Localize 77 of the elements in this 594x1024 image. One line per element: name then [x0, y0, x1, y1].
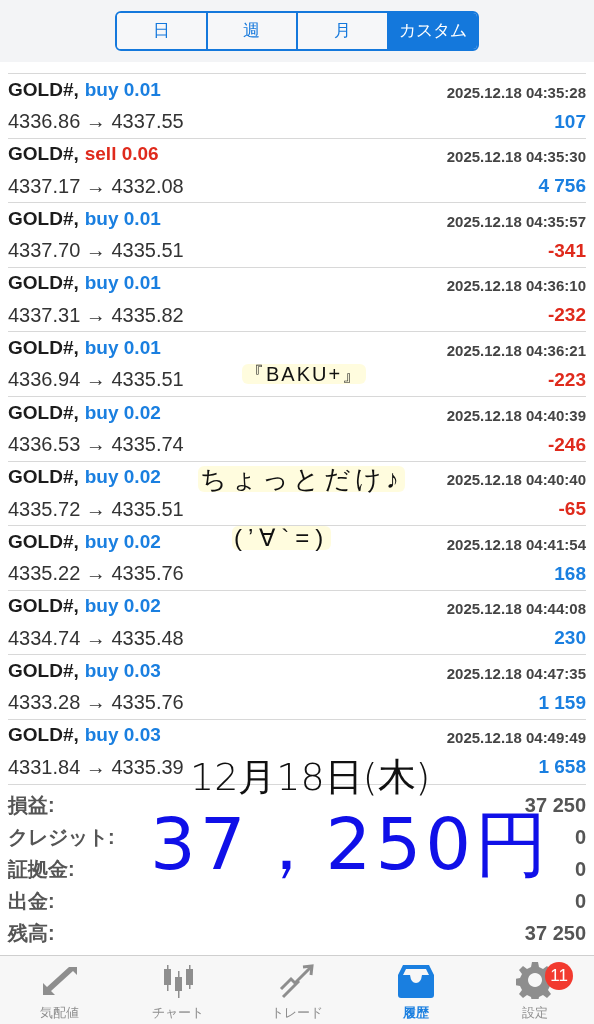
price-range: 4331.84 → 4335.39	[8, 755, 184, 780]
price-range: 4335.22 → 4335.76	[8, 561, 184, 587]
trade-time: 2025.12.18 04:35:28	[446, 82, 586, 103]
order-volume: buy 0.01	[84, 206, 161, 231]
price-range: 4336.53 → 4335.74	[8, 432, 184, 457]
order-volume: buy 0.03	[84, 723, 161, 748]
order-volume: buy 0.01	[84, 335, 161, 360]
summary-label: 残高:	[8, 920, 55, 946]
trade-time: 2025.12.18 04:35:57	[446, 211, 586, 232]
profit-value: 4 756	[538, 174, 586, 199]
trade-time: 2025.12.18 04:49:49	[446, 728, 586, 749]
order-volume: buy 0.01	[84, 271, 161, 296]
trade-time: 2025.12.18 04:36:21	[446, 340, 586, 361]
notification-badge: 11	[545, 962, 574, 990]
profit-value: 168	[554, 561, 586, 586]
price-range: 4337.31 → 4335.82	[8, 302, 184, 328]
nav-tab[interactable]: 設定 11	[475, 956, 594, 1024]
summary-label: 出金:	[8, 888, 55, 914]
profit-value: -246	[547, 432, 586, 457]
price-range: 4336.86 → 4337.55	[8, 109, 184, 135]
symbol-text: GOLD#,	[8, 723, 79, 748]
profit-value: 107	[554, 109, 586, 134]
symbol-text: GOLD#,	[8, 529, 79, 554]
order-volume: buy 0.02	[84, 529, 161, 554]
nav-tab[interactable]: 気配値	[0, 956, 119, 1024]
summary-label: 損益:	[8, 792, 55, 818]
trade-time: 2025.12.18 04:35:30	[446, 147, 586, 168]
profit-value: -65	[558, 497, 586, 522]
trade-time: 2025.12.18 04:36:10	[446, 276, 586, 297]
profit-value: 230	[554, 626, 586, 651]
symbol-text: GOLD#,	[8, 658, 79, 683]
price-range: 4337.17 → 4332.08	[8, 173, 184, 199]
handwritten-date: 12月18日(木)	[190, 758, 431, 796]
symbol-text: GOLD#,	[8, 465, 79, 490]
order-volume: buy 0.02	[84, 594, 161, 619]
profit-value: 1 159	[538, 690, 586, 715]
nav-tab[interactable]: トレード	[237, 956, 357, 1024]
symbol-text: GOLD#,	[8, 594, 79, 619]
handwritten-note: ちょっとだけ♪	[198, 466, 405, 492]
symbol-text: GOLD#,	[8, 206, 79, 231]
order-volume: buy 0.03	[84, 658, 161, 683]
symbol-text: GOLD#,	[8, 77, 79, 102]
symbol-text: GOLD#,	[8, 335, 79, 360]
order-volume: buy 0.01	[84, 77, 161, 102]
trade-time: 2025.12.18 04:47:35	[446, 663, 586, 684]
summary-value: 37 250	[524, 920, 586, 946]
price-range: 4334.74 → 4335.48	[8, 625, 184, 651]
summary-label: クレジット:	[8, 824, 115, 850]
price-range: 4333.28 → 4335.76	[8, 690, 184, 716]
trade-time: 2025.12.18 04:44:08	[446, 599, 586, 620]
symbol-text: GOLD#,	[8, 400, 79, 425]
profit-value: 1 658	[538, 755, 586, 780]
handwritten-emoticon: (’∀`=)	[232, 526, 332, 550]
symbol-text: GOLD#,	[8, 142, 79, 167]
trade-time: 2025.12.18 04:40:39	[446, 405, 586, 426]
nav-tab[interactable]: チャート	[118, 956, 238, 1024]
period-tab[interactable]: カスタム	[386, 13, 477, 49]
price-range: 4337.70 → 4335.51	[8, 238, 184, 264]
summary-label: 証拠金:	[8, 856, 75, 882]
price-range: 4335.72 → 4335.51	[8, 496, 184, 522]
trend-arrow-icon	[277, 962, 317, 999]
summary-value: 0	[574, 824, 586, 850]
symbol-text: GOLD#,	[8, 271, 79, 296]
trade-time: 2025.12.18 04:40:40	[446, 470, 586, 491]
handwritten-tag: 『BAKU+』	[242, 364, 367, 384]
order-volume: buy 0.02	[84, 400, 161, 425]
trade-time: 2025.12.18 04:41:54	[446, 534, 586, 555]
nav-tab[interactable]: 履歴	[356, 956, 476, 1024]
order-volume: sell 0.06	[84, 142, 159, 167]
profit-value: -223	[547, 367, 586, 392]
summary-value: 0	[574, 856, 586, 882]
profit-value: -232	[547, 303, 586, 328]
order-volume: buy 0.02	[84, 465, 161, 490]
profit-value: -341	[547, 238, 586, 263]
summary-value: 0	[574, 888, 586, 914]
price-range: 4336.94 → 4335.51	[8, 367, 184, 393]
inbox-tray-icon	[396, 962, 435, 999]
